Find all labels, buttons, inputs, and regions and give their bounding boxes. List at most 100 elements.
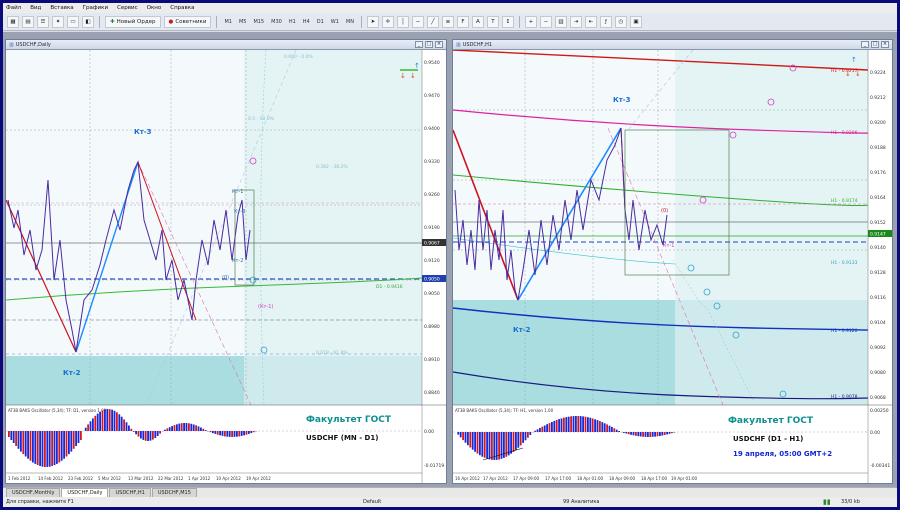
timeframe-m1[interactable]: M1 (222, 19, 234, 25)
advisors-button[interactable]: ● Советники (163, 15, 212, 28)
periods-icon[interactable]: ◷ (614, 15, 627, 28)
close-button[interactable]: × (435, 41, 443, 48)
oscillator-bar (51, 431, 53, 466)
oscillator-bar (154, 431, 157, 438)
oscillator-bar (149, 431, 152, 441)
chart-window-daily[interactable]: ▥ USDCHF,Daily _ □ × Кт-3 Кт-2 Кт-1 Кт-2… (5, 39, 447, 484)
oscillator-bar (649, 432, 652, 437)
oscillator-bar (36, 431, 39, 466)
oscillator-title: AT3B BAKS Oscillator (5,34); TF: D1, ver… (8, 408, 107, 413)
sell-arrow-icon: ↓ (845, 70, 851, 78)
oscillator-bar (120, 416, 123, 431)
maximize-button[interactable]: □ (425, 41, 433, 48)
profiles-icon[interactable]: ▤ (22, 15, 34, 28)
tab-h1[interactable]: USDCHF,H1 (109, 488, 151, 497)
label-kt1: Кт-1 (232, 189, 243, 195)
oscillator-bar (491, 432, 493, 460)
price-tick: 0.9152 (870, 220, 886, 226)
tab-monthly[interactable]: USDCHF,Monthly (6, 488, 61, 497)
chart-window-h1[interactable]: ▥ USDCHF,H1 _ □ × Кт-3 Кт-2 (0) Кт-1 H1 … (452, 39, 893, 484)
oscillator-bar (594, 419, 596, 432)
crosshair-icon[interactable]: ✛ (381, 15, 394, 28)
zoom-in-icon[interactable]: + (524, 15, 537, 28)
trendline-icon[interactable]: ╱ (426, 15, 439, 28)
cursor-icon[interactable]: ➤ (366, 15, 379, 28)
timeframe-m30[interactable]: M30 (269, 19, 284, 25)
minimize-button[interactable]: _ (861, 41, 869, 48)
menu-view[interactable]: Вид (30, 5, 41, 11)
oscillator-bar (209, 431, 212, 433)
menu-bar: Файл Вид Вставка Графики Сервис Окно Спр… (3, 3, 897, 13)
close-button[interactable]: × (881, 41, 889, 48)
menu-help[interactable]: Справка (170, 5, 194, 11)
h1-chart-canvas[interactable]: Кт-3 Кт-2 (0) Кт-1 H1 - 0.9217 H1 - 0.92… (453, 50, 892, 483)
oscillator-bar (10, 431, 13, 440)
tile-icon[interactable]: ▥ (554, 15, 567, 28)
vertical-line-icon[interactable]: │ (396, 15, 409, 28)
maximize-button[interactable]: □ (871, 41, 879, 48)
oscillator-bar (548, 423, 551, 432)
oscillator-bar (524, 432, 527, 441)
terminal-window: Файл Вид Вставка Графики Сервис Окно Спр… (3, 3, 897, 507)
new-chart-icon[interactable]: ▦ (7, 15, 19, 28)
timeframe-h1[interactable]: H1 (287, 19, 298, 25)
price-tick: 0.9116 (870, 295, 886, 301)
oscillator-bar (587, 417, 589, 432)
channel-icon[interactable]: ≡ (441, 15, 454, 28)
autoscroll-icon[interactable]: ⇥ (569, 15, 582, 28)
terminal-icon[interactable]: ▭ (67, 15, 79, 28)
time-axis: 16 Apr 2012 17 Apr 2012 17 Apr 09:00 17 … (455, 476, 698, 481)
horizontal-line-icon[interactable]: ─ (411, 15, 424, 28)
arrows-icon[interactable]: ↕ (501, 15, 514, 28)
price-tick: 0.9400 (424, 126, 440, 132)
oscillator-bar (159, 431, 161, 434)
oscillator-bar (647, 432, 649, 437)
zoom-out-icon[interactable]: − (539, 15, 552, 28)
navigator-icon[interactable]: ✦ (52, 15, 64, 28)
oscillator-bar (584, 416, 587, 432)
tab-daily[interactable]: USDCHF,Daily (61, 488, 109, 497)
timeframe-m15[interactable]: M15 (251, 19, 266, 25)
price-tick: 0.9092 (870, 345, 886, 351)
timeframe-h4[interactable]: H4 (301, 19, 312, 25)
menu-window[interactable]: Окно (147, 5, 162, 11)
current-price-tag: 0.9147 (870, 232, 886, 238)
text-icon[interactable]: A (471, 15, 484, 28)
oscillator-bar (27, 431, 29, 459)
menu-charts[interactable]: Графики (83, 5, 108, 11)
menu-tools[interactable]: Сервис (117, 5, 138, 11)
status-traffic: 33/0 kb (841, 499, 860, 505)
toolbar-divider (518, 15, 520, 28)
new-order-button[interactable]: ✚ Новый Ордер (105, 15, 161, 28)
fibonacci-icon[interactable]: F (456, 15, 469, 28)
menu-insert[interactable]: Вставка (50, 5, 73, 11)
tester-icon[interactable]: ◧ (82, 15, 94, 28)
timeframe-d1[interactable]: D1 (315, 19, 326, 25)
timeframe-m5[interactable]: M5 (237, 19, 249, 25)
date-tick: 10 Apr 2012 (216, 476, 241, 481)
oscillator-bar (611, 426, 613, 432)
oscillator-bar (180, 423, 183, 431)
oscillator-bar (89, 421, 92, 431)
daily-chart-canvas[interactable]: Кт-3 Кт-2 Кт-1 Кт-2 (Кт-1) (0) Кт-3 0.00… (6, 50, 446, 483)
label-kt1: Кт-1 (663, 243, 674, 249)
price-tick: 0.9200 (870, 120, 886, 126)
label-icon[interactable]: T (486, 15, 499, 28)
menu-file[interactable]: Файл (6, 5, 21, 11)
indicators-icon[interactable]: ƒ (599, 15, 612, 28)
market-watch-icon[interactable]: ☰ (37, 15, 49, 28)
oscillator-bar (625, 432, 628, 434)
tab-m15[interactable]: USDCHF,M15 (151, 488, 197, 497)
oscillator-bar (555, 420, 558, 432)
oscillator-bar (214, 431, 217, 434)
oscillator-bar (515, 432, 517, 450)
advisor-icon: ● (168, 18, 174, 25)
toolbar-divider (216, 15, 218, 28)
price-tick: 0.9050 (424, 291, 440, 297)
oscillator-bar (101, 410, 104, 431)
timeframe-mn[interactable]: MN (344, 19, 356, 25)
shift-icon[interactable]: ⇤ (584, 15, 597, 28)
timeframe-w1[interactable]: W1 (329, 19, 341, 25)
templates-icon[interactable]: ▣ (629, 15, 642, 28)
minimize-button[interactable]: _ (415, 41, 423, 48)
